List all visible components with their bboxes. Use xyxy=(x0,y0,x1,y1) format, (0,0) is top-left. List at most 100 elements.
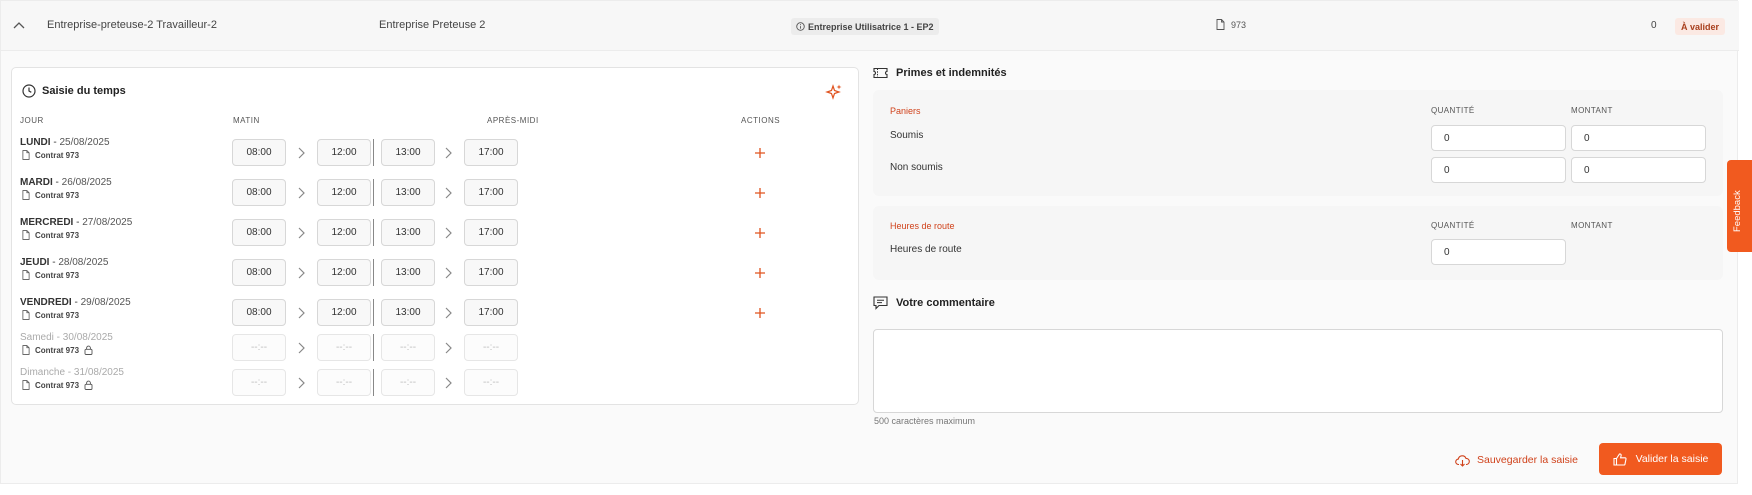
status-badge: À valider xyxy=(1675,18,1726,35)
feedback-tab[interactable]: Feedback xyxy=(1727,160,1752,252)
day-row: JEUDI - 28/08/2025 Contrat 973 xyxy=(20,257,108,280)
day-row: Dimanche - 31/08/2025 Contrat 973 xyxy=(20,367,124,390)
document-icon xyxy=(22,270,30,280)
route-label: Heures de route xyxy=(890,244,962,255)
worker-row-header[interactable]: Entreprise-preteuse-2 Travailleur-2 Entr… xyxy=(1,1,1739,51)
paniers-panel: Paniers QUANTITÉ MONTANT Soumis 0 0 Non … xyxy=(873,90,1723,196)
col-morning: MATIN xyxy=(233,116,260,125)
day-row: LUNDI - 25/08/2025 Contrat 973 xyxy=(20,137,110,160)
document-icon xyxy=(22,345,30,355)
col-actions: ACTIONS xyxy=(741,116,781,125)
afternoon-start-input[interactable]: 13:00 xyxy=(381,219,435,246)
ticket-icon xyxy=(873,67,888,79)
add-entry-icon[interactable] xyxy=(754,187,766,199)
column-divider xyxy=(373,369,374,396)
morning-start-input[interactable]: 08:00 xyxy=(232,139,286,166)
chevron-right-icon xyxy=(298,342,305,354)
morning-start-input[interactable]: --:-- xyxy=(232,334,286,361)
feedback-label: Feedback xyxy=(1732,190,1743,232)
chevron-right-icon xyxy=(445,342,452,354)
soumis-quantity-input[interactable]: 0 xyxy=(1431,125,1566,151)
day-label: Samedi - 30/08/2025 xyxy=(20,332,113,343)
morning-start-input[interactable]: --:-- xyxy=(232,369,286,396)
morning-end-input[interactable]: 12:00 xyxy=(317,259,371,286)
day-sep: - xyxy=(65,367,74,378)
route-col-amount: MONTANT xyxy=(1571,221,1613,230)
day-label: MERCREDI - 27/08/2025 xyxy=(20,217,132,228)
validate-button[interactable]: Valider la saisie xyxy=(1599,443,1722,475)
chevron-right-icon xyxy=(298,267,305,279)
afternoon-end-input[interactable]: 17:00 xyxy=(464,219,518,246)
day-contract-label: Contrat 973 xyxy=(35,190,80,200)
day-label: LUNDI - 25/08/2025 xyxy=(20,137,110,148)
document-icon xyxy=(22,310,30,320)
morning-end-input[interactable]: 12:00 xyxy=(317,219,371,246)
morning-start-input[interactable]: 08:00 xyxy=(232,259,286,286)
day-contract-label: Contrat 973 xyxy=(35,310,80,320)
day-name: MERCREDI xyxy=(20,217,74,228)
column-divider xyxy=(373,219,374,246)
info-icon xyxy=(796,22,805,31)
day-sep: - xyxy=(53,332,63,343)
chevron-right-icon xyxy=(298,147,305,159)
afternoon-end-input[interactable]: 17:00 xyxy=(464,259,518,286)
non-soumis-amount-input[interactable]: 0 xyxy=(1571,157,1706,183)
non-soumis-quantity-input[interactable]: 0 xyxy=(1431,157,1566,183)
day-date: 29/08/2025 xyxy=(80,297,131,308)
morning-end-input[interactable]: --:-- xyxy=(317,369,371,396)
time-entry-title: Saisie du temps xyxy=(22,84,126,98)
morning-end-input[interactable]: 12:00 xyxy=(317,299,371,326)
sparkle-icon[interactable] xyxy=(825,83,843,101)
afternoon-start-input[interactable]: 13:00 xyxy=(381,139,435,166)
day-sep: - xyxy=(73,217,83,228)
day-label: Dimanche - 31/08/2025 xyxy=(20,367,124,378)
afternoon-start-input[interactable]: 13:00 xyxy=(381,179,435,206)
morning-end-input[interactable]: 12:00 xyxy=(317,139,371,166)
afternoon-end-input[interactable]: 17:00 xyxy=(464,179,518,206)
soumis-amount-input[interactable]: 0 xyxy=(1571,125,1706,151)
morning-end-input[interactable]: 12:00 xyxy=(317,179,371,206)
morning-start-input[interactable]: 08:00 xyxy=(232,219,286,246)
add-entry-icon[interactable] xyxy=(754,267,766,279)
afternoon-end-input[interactable]: --:-- xyxy=(464,334,518,361)
user-company-label: Entreprise Utilisatrice 1 - EP2 xyxy=(808,21,934,32)
day-row: MERCREDI - 27/08/2025 Contrat 973 xyxy=(20,217,132,240)
add-entry-icon[interactable] xyxy=(754,147,766,159)
contract-number: 973 xyxy=(1231,19,1247,30)
day-label: JEUDI - 28/08/2025 xyxy=(20,257,108,268)
document-icon xyxy=(22,150,30,160)
chevron-right-icon xyxy=(445,227,452,239)
day-label: MARDI - 26/08/2025 xyxy=(20,177,112,188)
afternoon-start-input[interactable]: 13:00 xyxy=(381,299,435,326)
day-name: Samedi xyxy=(20,332,54,343)
day-row: Samedi - 30/08/2025 Contrat 973 xyxy=(20,332,113,355)
afternoon-start-input[interactable]: --:-- xyxy=(381,334,435,361)
paniers-label: Paniers xyxy=(890,106,921,116)
add-entry-icon[interactable] xyxy=(754,227,766,239)
afternoon-start-input[interactable]: 13:00 xyxy=(381,259,435,286)
column-divider xyxy=(373,299,374,326)
morning-start-input[interactable]: 08:00 xyxy=(232,179,286,206)
chevron-up-icon[interactable] xyxy=(11,18,27,34)
timesheet-page: Entreprise-preteuse-2 Travailleur-2 Entr… xyxy=(0,0,1739,484)
morning-start-input[interactable]: 08:00 xyxy=(232,299,286,326)
morning-end-input[interactable]: --:-- xyxy=(317,334,371,361)
column-divider xyxy=(373,334,374,361)
add-entry-icon[interactable] xyxy=(754,307,766,319)
day-contract-label: Contrat 973 xyxy=(35,230,80,240)
comment-textarea[interactable] xyxy=(873,329,1723,413)
row-count: 0 xyxy=(1651,20,1657,31)
chevron-right-icon xyxy=(445,267,452,279)
afternoon-start-input[interactable]: --:-- xyxy=(381,369,435,396)
save-button[interactable]: Sauvegarder la saisie xyxy=(1455,450,1578,470)
afternoon-end-input[interactable]: 17:00 xyxy=(464,299,518,326)
day-contract-label: Contrat 973 xyxy=(35,150,80,160)
route-quantity-input[interactable]: 0 xyxy=(1431,239,1566,265)
comment-icon xyxy=(873,296,888,310)
col-quantity: QUANTITÉ xyxy=(1431,106,1475,115)
afternoon-end-input[interactable]: --:-- xyxy=(464,369,518,396)
day-name: JEUDI xyxy=(20,257,50,268)
day-contract: Contrat 973 xyxy=(20,270,108,280)
col-afternoon: APRÈS-MIDI xyxy=(487,116,539,125)
afternoon-end-input[interactable]: 17:00 xyxy=(464,139,518,166)
